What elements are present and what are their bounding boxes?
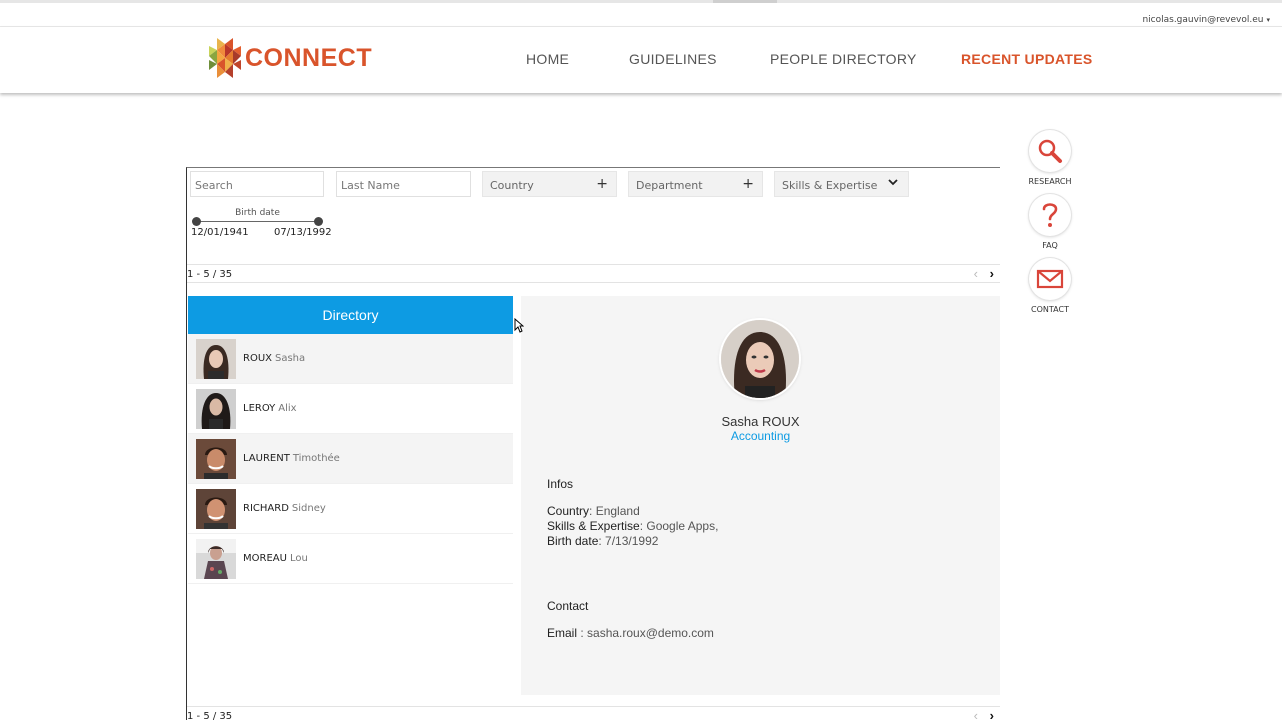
research-button[interactable]: RESEARCH (1026, 130, 1074, 186)
info-birth-value: : 7/13/1992 (598, 534, 659, 548)
pager-bottom: 1 - 5 / 35 ‹ › (187, 706, 1000, 720)
info-country-key: Country (547, 504, 590, 518)
plus-icon: + (742, 176, 754, 192)
country-filter-label: Country (490, 179, 534, 192)
person-name: LEROY Alix (243, 403, 297, 414)
person-first-name: Lou (289, 553, 308, 564)
person-last-name: LEROY (243, 403, 276, 414)
department-filter-label: Department (636, 179, 703, 192)
infos-heading: Infos (547, 477, 574, 491)
info-birth-key: Birth date (547, 534, 599, 548)
slider-handle-min[interactable] (192, 217, 201, 226)
skills-filter-label: Skills & Expertise (782, 179, 878, 192)
list-item[interactable]: LEROY Alix (188, 384, 513, 434)
envelope-icon (1036, 269, 1064, 289)
info-country: Country: England (547, 504, 640, 518)
list-item[interactable]: ROUX Sasha (188, 334, 513, 384)
avatar-large (721, 320, 799, 398)
directory-list: Directory ROUX Sasha LEROY Alix LAURENT Tim… (188, 296, 513, 584)
contact-heading: Contact (547, 599, 589, 613)
person-last-name: MOREAU (243, 553, 287, 564)
tab-indicator (713, 0, 777, 3)
faq-label: FAQ (1042, 241, 1058, 250)
info-email-value[interactable]: : sasha.roux@demo.com (577, 626, 714, 640)
avatar (196, 488, 236, 529)
chevron-left-icon[interactable]: ‹ (974, 266, 978, 281)
plus-icon: + (596, 176, 608, 192)
pager-range: 1 - 5 / 35 (187, 711, 233, 720)
nav-guidelines[interactable]: GUIDELINES (629, 51, 717, 67)
list-item[interactable]: LAURENT Timothée (188, 434, 513, 484)
person-full-name: Sasha ROUX (721, 414, 800, 429)
info-skills-key: Skills & Expertise (547, 519, 640, 533)
person-detail: Sasha ROUX Accounting Infos Country: Eng… (521, 296, 1000, 695)
person-name: LAURENT Timothée (243, 453, 340, 464)
person-first-name: Timothée (292, 453, 340, 464)
slider-handle-max[interactable] (314, 217, 323, 226)
avatar (196, 338, 236, 379)
person-last-name: RICHARD (243, 503, 289, 514)
browser-top-strip: nicolas.gauvin@revevol.eu ▾ (0, 0, 1282, 27)
chevron-right-icon[interactable]: › (990, 708, 994, 720)
connect-logo-icon (209, 38, 241, 78)
skills-filter[interactable]: Skills & Expertise (774, 171, 909, 197)
country-filter[interactable]: Country + (482, 171, 617, 197)
birth-date-from: 12/01/1941 (191, 227, 249, 238)
account-menu[interactable]: nicolas.gauvin@revevol.eu ▾ (1142, 15, 1270, 25)
nav-recent-updates[interactable]: RECENT UPDATES (961, 51, 1093, 67)
birth-date-title: Birth date (235, 208, 280, 218)
question-icon (1042, 203, 1058, 227)
chevron-left-icon[interactable]: ‹ (974, 708, 978, 720)
info-email: Email : sasha.roux@demo.com (547, 626, 714, 640)
caret-down-icon: ▾ (1266, 16, 1270, 24)
info-skills-value: : Google Apps, (639, 519, 719, 533)
brand-name: CONNECT (245, 43, 373, 72)
faq-button[interactable]: FAQ (1026, 194, 1074, 250)
person-first-name: Sasha (275, 353, 306, 364)
faq-circle (1029, 194, 1071, 236)
pager-range: 1 - 5 / 35 (187, 269, 233, 280)
account-email: nicolas.gauvin@revevol.eu (1142, 15, 1264, 25)
person-first-name: Alix (278, 403, 297, 414)
search-input[interactable]: Search (190, 171, 324, 197)
nav-home[interactable]: HOME (526, 51, 569, 67)
person-last-name: LAURENT (243, 453, 290, 464)
avatar (196, 538, 236, 579)
magnifier-icon (1038, 139, 1062, 163)
slider-track[interactable] (196, 221, 318, 222)
brand-logo[interactable]: CONNECT (209, 38, 372, 78)
chevron-right-icon[interactable]: › (990, 266, 994, 281)
info-country-value: : England (589, 504, 640, 518)
birth-date-slider[interactable]: Birth date 12/01/1941 07/13/1992 (190, 208, 332, 240)
person-name: ROUX Sasha (243, 353, 305, 364)
research-circle (1029, 130, 1071, 172)
chevron-down-icon (888, 179, 898, 186)
contact-circle (1029, 258, 1071, 300)
person-department[interactable]: Accounting (521, 429, 1000, 443)
birth-date-to: 07/13/1992 (274, 227, 332, 238)
avatar (196, 438, 236, 479)
side-actions: RESEARCH FAQ CONTACT (1026, 130, 1074, 324)
department-filter[interactable]: Department + (628, 171, 763, 197)
list-item[interactable]: RICHARD Sidney (188, 484, 513, 534)
pager-top: 1 - 5 / 35 ‹ › (187, 264, 1000, 283)
directory-title: Directory (188, 296, 513, 334)
person-name: RICHARD Sidney (243, 503, 326, 514)
mouse-cursor-icon (514, 318, 524, 333)
last-name-input[interactable]: Last Name (336, 171, 471, 197)
list-item[interactable]: MOREAU Lou (188, 534, 513, 584)
directory-panel: Search Last Name Country + Department + … (186, 167, 1000, 720)
nav-people-directory[interactable]: PEOPLE DIRECTORY (770, 51, 917, 67)
research-label: RESEARCH (1028, 177, 1072, 186)
info-skills: Skills & Expertise: Google Apps, (547, 519, 718, 533)
info-email-key: Email (547, 626, 578, 640)
person-last-name: ROUX (243, 353, 272, 364)
contact-label: CONTACT (1031, 305, 1069, 314)
contact-button[interactable]: CONTACT (1026, 258, 1074, 314)
avatar (196, 388, 236, 429)
info-birth-date: Birth date: 7/13/1992 (547, 534, 658, 548)
person-first-name: Sidney (291, 503, 326, 514)
site-header: CONNECT HOME GUIDELINES PEOPLE DIRECTORY… (0, 27, 1282, 93)
person-name: MOREAU Lou (243, 553, 308, 564)
